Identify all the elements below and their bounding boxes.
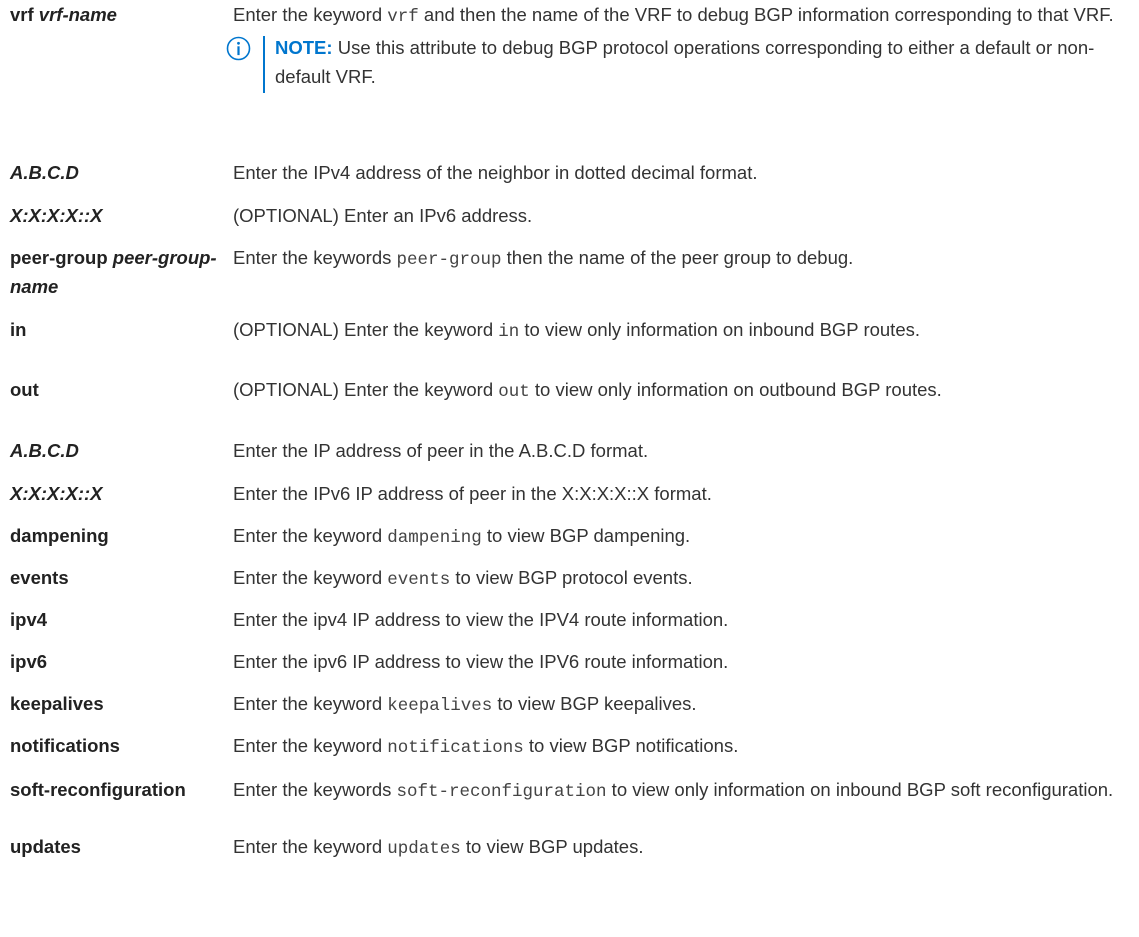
parameter-description: Enter the keyword events to view BGP pro… (233, 563, 1133, 595)
description-text: and then the name of the VRF to debug BG… (418, 4, 1114, 25)
description-text: to view only information on inbound BGP … (606, 779, 1114, 800)
parameter-name: peer-group peer-group-name (10, 243, 232, 301)
inline-code: events (387, 570, 451, 590)
parameter-description: (OPTIONAL) Enter the keyword out to view… (233, 375, 1133, 407)
description-text: Enter the keyword (233, 693, 388, 714)
parameter-description: Enter the keywords soft-reconfiguration … (233, 775, 1133, 807)
description-text: to view BGP updates. (460, 836, 644, 857)
parameter-keyword: keepalives (10, 693, 104, 714)
parameter-keyword: ipv6 (10, 651, 48, 672)
parameter-name: A.B.C.D (10, 158, 232, 187)
parameter-keyword: vrf (10, 4, 39, 25)
parameter-description: Enter the keyword updates to view BGP up… (233, 832, 1133, 864)
description-text: Enter the keyword (233, 525, 388, 546)
parameter-variable: A.B.C.D (10, 440, 79, 461)
parameter-name: X:X:X:X::X (10, 479, 232, 508)
description-text: to view BGP keepalives. (492, 693, 697, 714)
parameter-description: Enter the keyword vrf and then the name … (226, 0, 1133, 93)
parameter-description: Enter the keyword keepalives to view BGP… (233, 689, 1133, 721)
description-text: Enter the keyword (233, 836, 388, 857)
parameter-name: events (10, 563, 232, 592)
parameter-variable: X:X:X:X::X (10, 205, 103, 226)
parameter-description: Enter the keyword dampening to view BGP … (233, 521, 1133, 553)
parameter-name: soft-reconfiguration (10, 775, 232, 804)
description-text: to view BGP notifications. (523, 735, 739, 756)
parameter-keyword: events (10, 567, 69, 588)
parameter-name: notifications (10, 731, 232, 760)
parameter-name: keepalives (10, 689, 232, 718)
parameter-name: ipv4 (10, 605, 232, 634)
description-text: to view only information on inbound BGP … (519, 319, 921, 340)
info-circle-icon (226, 36, 251, 61)
inline-code: in (498, 322, 520, 342)
parameter-description: Enter the ipv6 IP address to view the IP… (233, 647, 1133, 676)
description-text: Enter the keyword (233, 4, 388, 25)
description-text: Enter the IP address of peer in the A.B.… (233, 440, 649, 461)
parameter-description: Enter the IP address of peer in the A.B.… (233, 436, 1133, 465)
description-text: (OPTIONAL) Enter the keyword (233, 379, 499, 400)
description-text: Enter the IPv6 IP address of peer in the… (233, 483, 712, 504)
parameter-name: vrf vrf-name (10, 0, 232, 29)
description-text: Enter the keywords (233, 779, 397, 800)
parameter-keyword: in (10, 319, 27, 340)
parameter-name: in (10, 315, 232, 344)
description-text: to view BGP protocol events. (450, 567, 693, 588)
parameter-description: Enter the ipv4 IP address to view the IP… (233, 605, 1133, 634)
parameter-table: vrf vrf-name Enter the keyword vrf and th… (0, 0, 1139, 937)
parameter-variable: A.B.C.D (10, 162, 79, 183)
inline-code: updates (387, 839, 461, 859)
parameter-name: out (10, 375, 232, 404)
description-text: Enter the keywords (233, 247, 397, 268)
note-label: NOTE: (275, 37, 333, 58)
inline-code: notifications (387, 738, 524, 758)
parameter-description: Enter the keyword notifications to view … (233, 731, 1133, 763)
description-text: to view only information on outbound BGP… (529, 379, 942, 400)
parameter-name: updates (10, 832, 232, 861)
parameter-name: dampening (10, 521, 232, 550)
description-text: Enter the keyword (233, 735, 388, 756)
inline-code: peer-group (396, 250, 502, 270)
parameter-name: ipv6 (10, 647, 232, 676)
parameter-description: (OPTIONAL) Enter an IPv6 address. (233, 201, 1133, 230)
parameter-keyword: soft-reconfiguration (10, 779, 186, 800)
note-box: NOTE: Use this attribute to debug BGP pr… (226, 33, 1133, 93)
parameter-keyword: ipv4 (10, 609, 48, 630)
description-text: then the name of the peer group to debug… (501, 247, 854, 268)
parameter-keyword: dampening (10, 525, 109, 546)
description-text: to view BGP dampening. (481, 525, 691, 546)
inline-code: dampening (387, 528, 482, 548)
parameter-keyword: updates (10, 836, 81, 857)
parameter-description: Enter the IPv4 address of the neighbor i… (233, 158, 1133, 187)
inline-code: out (498, 382, 530, 402)
parameter-variable: vrf-name (38, 4, 117, 25)
parameter-keyword: peer-group (10, 247, 113, 268)
note-divider (263, 36, 265, 93)
inline-code: vrf (387, 7, 419, 27)
inline-code: keepalives (387, 696, 493, 716)
description-text: Enter the keyword (233, 567, 388, 588)
parameter-variable: X:X:X:X::X (10, 483, 103, 504)
parameter-description: Enter the IPv6 IP address of peer in the… (233, 479, 1133, 508)
parameter-name: A.B.C.D (10, 436, 232, 465)
note-text: Use this attribute to debug BGP protocol… (275, 37, 1095, 87)
parameter-keyword: notifications (10, 735, 120, 756)
parameter-description: Enter the keywords peer-group then the n… (233, 243, 1133, 275)
description-text: Enter the ipv4 IP address to view the IP… (233, 609, 729, 630)
description-text: Enter the ipv6 IP address to view the IP… (233, 651, 729, 672)
parameter-keyword: out (10, 379, 39, 400)
parameter-name: X:X:X:X::X (10, 201, 232, 230)
description-text: Enter the IPv4 address of the neighbor i… (233, 162, 758, 183)
description-text: (OPTIONAL) Enter the keyword (233, 319, 499, 340)
inline-code: soft-reconfiguration (396, 782, 607, 802)
description-text: (OPTIONAL) Enter an IPv6 address. (233, 205, 533, 226)
parameter-description: (OPTIONAL) Enter the keyword in to view … (233, 315, 1133, 347)
